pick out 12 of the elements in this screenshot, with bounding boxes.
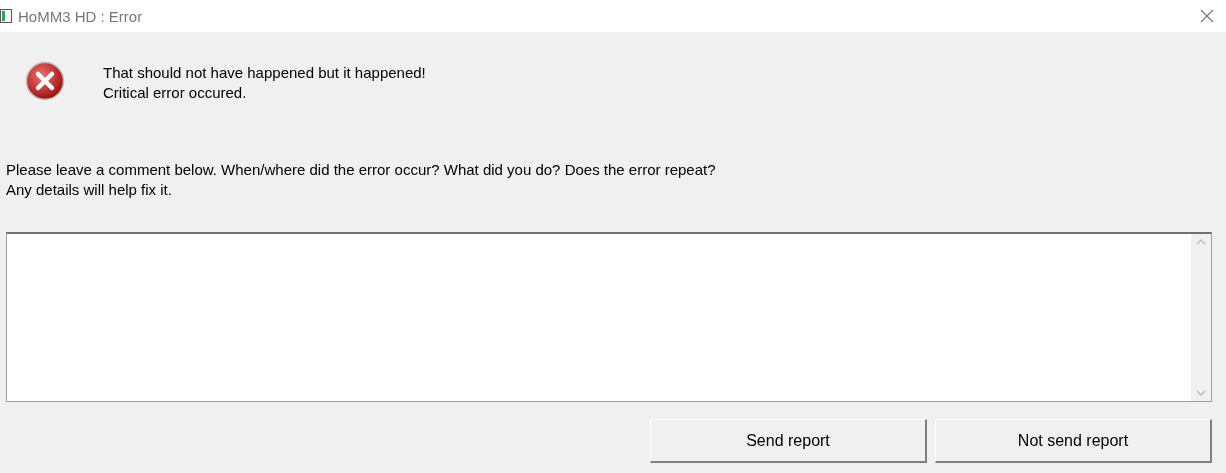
instruction-text: Any details will help fix it.	[6, 180, 172, 200]
error-message: Critical error occured.	[103, 83, 247, 103]
error-message: That should not have happened but it happened!	[103, 63, 426, 83]
error-icon	[25, 61, 65, 101]
scroll-up-icon[interactable]	[1196, 238, 1206, 246]
window-title: HoMM3 HD : Error	[18, 7, 143, 25]
send-report-button[interactable]: Send report	[650, 419, 927, 463]
not-send-report-button[interactable]: Not send report	[935, 419, 1212, 463]
close-icon[interactable]	[1200, 9, 1214, 23]
scroll-down-icon[interactable]	[1196, 389, 1206, 397]
comment-field[interactable]	[6, 232, 1212, 402]
instruction-text: Please leave a comment below. When/where did the error occur? What did you do? Does the error repeat?	[6, 160, 716, 180]
